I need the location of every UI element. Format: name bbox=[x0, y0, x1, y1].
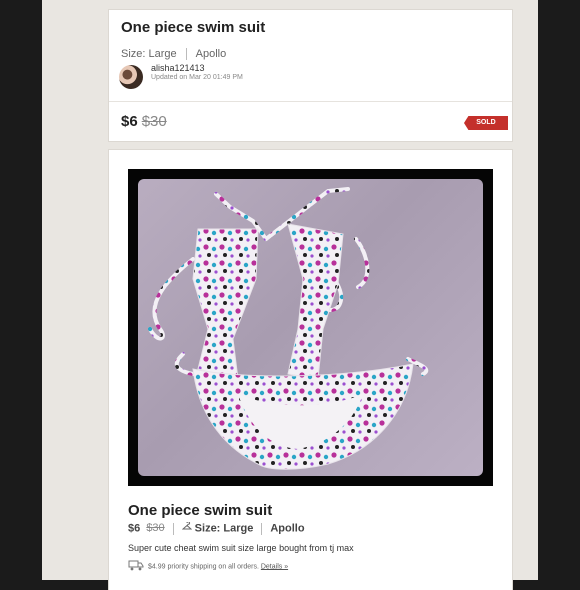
price: $6 bbox=[121, 113, 138, 130]
meta-divider bbox=[261, 522, 263, 535]
listing-summary-card: One piece swim suit Size: Large Apollo al… bbox=[109, 10, 512, 141]
hanger-icon bbox=[181, 521, 193, 535]
seller-username[interactable]: alisha121413 bbox=[151, 63, 205, 73]
original-price: $30 bbox=[141, 113, 167, 130]
brand-link[interactable]: Apollo bbox=[196, 48, 227, 60]
listing-title[interactable]: One piece swim suit bbox=[121, 19, 265, 36]
price-row: $6 $30 bbox=[121, 113, 167, 130]
listing-photo[interactable] bbox=[138, 179, 483, 476]
shipping-text: $4.99 priority shipping on all orders. bbox=[148, 563, 259, 571]
shipping-info: $4.99 priority shipping on all orders. D… bbox=[128, 560, 288, 574]
detail-brand-link[interactable]: Apollo bbox=[270, 522, 304, 534]
listing-detail-card: One piece swim suit $6 $30 Size: Large Apo… bbox=[109, 150, 512, 590]
truck-icon bbox=[128, 560, 144, 573]
sold-badge: SOLD bbox=[464, 116, 508, 130]
listing-detail-title: One piece swim suit bbox=[128, 502, 273, 519]
listing-description: Super cute cheat swim suit size large bo… bbox=[128, 543, 354, 553]
swimsuit-image bbox=[148, 187, 429, 470]
updated-timestamp: Updated on Mar 20 01:49 PM bbox=[151, 74, 243, 81]
listing-detail-meta: $6 $30 Size: Large Apollo bbox=[128, 521, 305, 535]
shipping-details-link[interactable]: Details » bbox=[261, 563, 288, 570]
detail-size: Size: Large bbox=[194, 522, 254, 535]
meta-divider bbox=[185, 48, 187, 61]
size-label: Size: Large bbox=[121, 48, 177, 60]
page-background: One piece swim suit Size: Large Apollo al… bbox=[42, 0, 538, 590]
seller-avatar[interactable] bbox=[119, 65, 143, 89]
detail-price: $6 bbox=[128, 522, 141, 535]
card-divider bbox=[109, 101, 512, 102]
photo-frame bbox=[128, 169, 493, 486]
detail-original-price: $30 bbox=[146, 522, 165, 535]
meta-divider bbox=[172, 522, 174, 535]
listing-meta: Size: Large Apollo bbox=[121, 48, 227, 61]
